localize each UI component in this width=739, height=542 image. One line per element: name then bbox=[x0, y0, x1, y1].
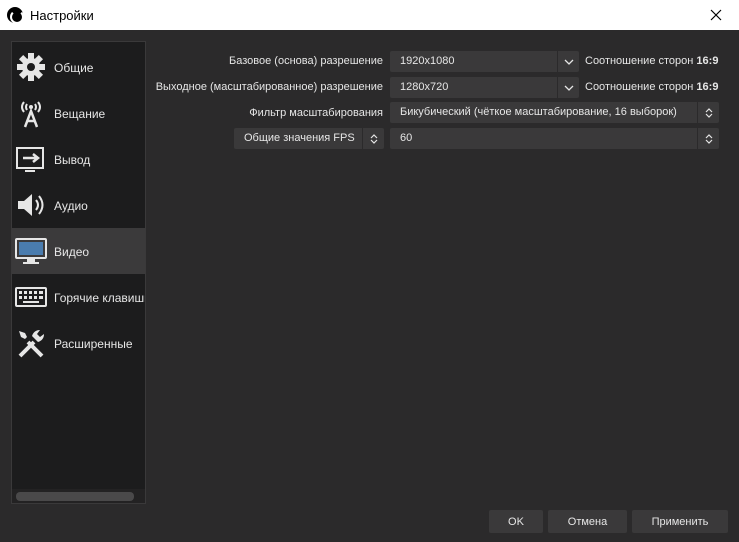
sidebar-item-stream[interactable]: Вещание bbox=[12, 90, 145, 136]
fps-value-select[interactable]: 60 bbox=[390, 128, 719, 149]
gear-icon bbox=[17, 53, 45, 81]
sidebar-item-label: Видео bbox=[54, 245, 90, 259]
sidebar-item-video[interactable]: Видео bbox=[12, 228, 145, 274]
close-button[interactable] bbox=[693, 0, 739, 30]
scale-filter-value: Бикубический (чёткое масштабирование, 16… bbox=[400, 106, 677, 118]
aspect-value: 16:9 bbox=[696, 55, 719, 67]
ok-button[interactable]: OK bbox=[489, 510, 543, 533]
scale-filter-label: Фильтр масштабирования bbox=[249, 107, 383, 119]
sidebar-item-label: Вещание bbox=[54, 107, 106, 121]
scrollbar-thumb[interactable] bbox=[16, 492, 134, 501]
sidebar-item-advanced[interactable]: Расширенные bbox=[12, 320, 145, 366]
output-resolution-label: Выходное (масштабированное) разрешение bbox=[155, 81, 383, 93]
base-aspect-ratio: Соотношение сторон 16:9 bbox=[585, 55, 718, 67]
base-resolution-label: Базовое (основа) разрешение bbox=[229, 55, 383, 67]
base-resolution-value: 1920x1080 bbox=[400, 55, 455, 67]
sidebar-item-label: Расширенные bbox=[54, 337, 133, 351]
close-icon bbox=[710, 9, 722, 21]
title-bar: Настройки bbox=[0, 0, 739, 30]
speaker-icon bbox=[18, 194, 44, 216]
output-aspect-ratio: Соотношение сторон 16:9 bbox=[585, 81, 718, 93]
cancel-button[interactable]: Отмена bbox=[548, 510, 627, 533]
chevron-down-icon[interactable] bbox=[557, 51, 579, 72]
fps-type-value: Общие значения FPS bbox=[244, 132, 355, 144]
base-resolution-combo[interactable]: 1920x1080 bbox=[390, 51, 579, 72]
scale-filter-select[interactable]: Бикубический (чёткое масштабирование, 16… bbox=[390, 102, 719, 123]
output-resolution-combo[interactable]: 1280x720 bbox=[390, 77, 579, 98]
sidebar-item-general[interactable]: Общие bbox=[12, 44, 145, 90]
aspect-value: 16:9 bbox=[696, 81, 719, 93]
sidebar-item-hotkeys[interactable]: Горячие клавиши bbox=[12, 274, 146, 320]
sidebar-item-label: Горячие клавиши bbox=[54, 291, 146, 305]
sidebar-item-label: Аудио bbox=[54, 199, 88, 213]
settings-sidebar: Общие Вещание Вывод Аудио Видео Горячие … bbox=[11, 41, 146, 504]
sidebar-item-label: Вывод bbox=[54, 153, 91, 167]
sidebar-item-label: Общие bbox=[54, 61, 94, 75]
obs-logo-icon bbox=[7, 7, 24, 24]
output-resolution-value: 1280x720 bbox=[400, 81, 449, 93]
output-arrow-icon bbox=[16, 147, 44, 172]
tools-icon bbox=[18, 330, 44, 358]
updown-arrows-icon[interactable] bbox=[697, 102, 719, 123]
apply-button[interactable]: Применить bbox=[632, 510, 728, 533]
aspect-label: Соотношение сторон bbox=[585, 81, 694, 93]
updown-arrows-icon[interactable] bbox=[697, 128, 719, 149]
broadcast-antenna-icon bbox=[21, 101, 41, 128]
sidebar-scrollbar[interactable] bbox=[12, 489, 145, 503]
fps-type-select[interactable]: Общие значения FPS bbox=[234, 128, 384, 149]
updown-arrows-icon[interactable] bbox=[362, 128, 384, 149]
fps-value: 60 bbox=[400, 132, 413, 144]
window-title: Настройки bbox=[30, 8, 94, 23]
keyboard-icon bbox=[15, 287, 47, 307]
monitor-icon bbox=[15, 238, 47, 264]
sidebar-item-audio[interactable]: Аудио bbox=[12, 182, 145, 228]
aspect-label: Соотношение сторон bbox=[585, 55, 694, 67]
chevron-down-icon[interactable] bbox=[557, 77, 579, 98]
sidebar-item-output[interactable]: Вывод bbox=[12, 136, 145, 182]
